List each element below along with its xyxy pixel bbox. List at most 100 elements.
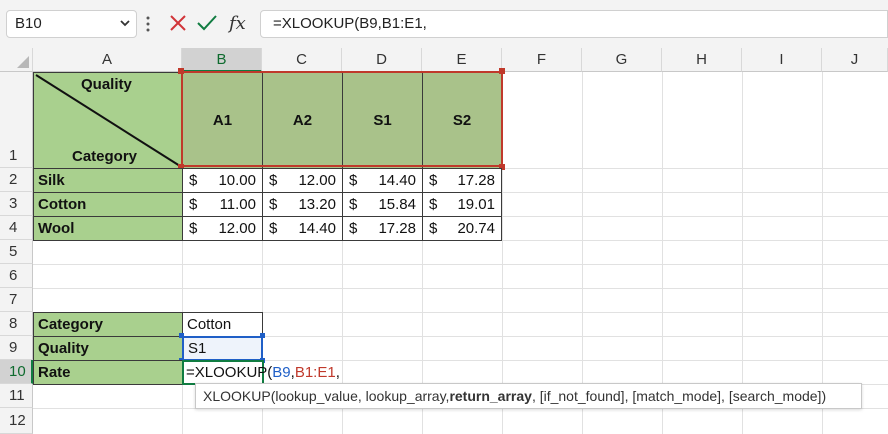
price-cell[interactable]: $12.00 [262, 168, 343, 193]
gridline [33, 288, 888, 289]
column-header-h[interactable]: H [662, 48, 742, 72]
formula-ref-b9: B9 [272, 364, 291, 381]
gridline [582, 72, 583, 434]
more-options-icon[interactable] [146, 16, 150, 32]
price-cell[interactable]: $20.74 [422, 216, 502, 241]
select-all-corner[interactable] [0, 48, 33, 72]
currency-symbol: $ [189, 196, 198, 213]
column-header-j[interactable]: J [822, 48, 888, 72]
column-header-a[interactable]: A [33, 48, 182, 72]
column-header-f[interactable]: F [502, 48, 582, 72]
price-value: 11.00 [219, 196, 256, 213]
currency-symbol: $ [189, 172, 198, 189]
column-header-e[interactable]: E [422, 48, 502, 72]
chevron-down-icon[interactable] [118, 16, 132, 30]
category-label-cell[interactable]: Category [33, 312, 183, 337]
column-header-c[interactable]: C [262, 48, 342, 72]
row-label-cell[interactable]: Cotton [33, 192, 183, 217]
tooltip-args: lookup_value, lookup_array, [275, 388, 450, 404]
svg-text:fx: fx [227, 13, 246, 34]
price-value: 19.01 [457, 196, 495, 213]
select-all-triangle-icon [17, 56, 29, 68]
price-cell[interactable]: $12.00 [182, 216, 263, 241]
active-cell-rate[interactable]: =XLOOKUP(B9, B1:E1, [182, 360, 340, 385]
row-header-8[interactable]: 8 [0, 312, 33, 336]
formula-bar-area: B10 fx =XLOOKUP(B9,B1:E1, [0, 0, 888, 48]
price-cell[interactable]: $14.40 [262, 216, 343, 241]
currency-symbol: $ [189, 220, 198, 237]
row-header-9[interactable]: 9 [0, 336, 33, 360]
column-header-g[interactable]: G [582, 48, 662, 72]
price-value: 17.28 [378, 220, 416, 237]
row-header-4[interactable]: 4 [0, 216, 33, 240]
row-header-11[interactable]: 11 [0, 384, 33, 408]
corner-label-quality: Quality [81, 76, 132, 93]
row-header-7[interactable]: 7 [0, 288, 33, 312]
price-value: 13.20 [298, 196, 336, 213]
formula-part: , [335, 364, 340, 381]
currency-symbol: $ [269, 196, 278, 213]
price-cell[interactable]: $17.28 [342, 216, 423, 241]
price-value: 14.40 [298, 220, 336, 237]
row-header-12[interactable]: 12 [0, 408, 33, 434]
row-header-10[interactable]: 10 [0, 360, 33, 384]
row-header-6[interactable]: 6 [0, 264, 33, 288]
row-header-5[interactable]: 5 [0, 240, 33, 264]
tooltip-function-name[interactable]: XLOOKUP( [203, 388, 275, 404]
price-value: 12.00 [218, 220, 256, 237]
row-header-2[interactable]: 2 [0, 168, 33, 192]
row-header-1[interactable]: 1 [0, 72, 33, 168]
column-header-d[interactable]: D [342, 48, 422, 72]
enter-check-icon[interactable] [197, 14, 217, 32]
gridline [662, 72, 663, 434]
currency-symbol: $ [349, 220, 358, 237]
insert-function-icon[interactable]: fx [227, 12, 251, 34]
name-box[interactable]: B10 [6, 10, 137, 38]
quality-value-cell[interactable]: S1 [182, 336, 263, 361]
price-cell[interactable]: $10.00 [182, 168, 263, 193]
formula-buttons: fx [163, 8, 253, 40]
price-value: 10.00 [218, 172, 256, 189]
formula-input[interactable]: =XLOOKUP(B9,B1:E1, [260, 10, 888, 38]
corner-label-category: Category [72, 148, 138, 165]
row-header-3[interactable]: 3 [0, 192, 33, 216]
price-value: 15.84 [378, 196, 416, 213]
price-value: 17.28 [457, 172, 495, 189]
row-label-cell[interactable]: Wool [33, 216, 183, 241]
currency-symbol: $ [429, 220, 438, 237]
price-cell[interactable]: $15.84 [342, 192, 423, 217]
tooltip-current-arg: return_array [449, 388, 532, 404]
formula-part: =XLOOKUP( [186, 364, 273, 381]
row-label-cell[interactable]: Silk [33, 168, 183, 193]
currency-symbol: $ [269, 220, 278, 237]
price-cell[interactable]: $17.28 [422, 168, 502, 193]
price-cell[interactable]: $14.40 [342, 168, 423, 193]
column-header-i[interactable]: I [742, 48, 822, 72]
column-header-b[interactable]: B [182, 48, 262, 72]
price-value: 14.40 [378, 172, 416, 189]
price-value: 12.00 [298, 172, 336, 189]
range-handle[interactable] [260, 333, 265, 338]
currency-symbol: $ [349, 172, 358, 189]
price-value: 20.74 [457, 220, 495, 237]
name-box-value: B10 [15, 15, 42, 32]
gridline [822, 72, 823, 434]
price-cell[interactable]: $13.20 [262, 192, 343, 217]
formula-ref-range: B1:E1 [294, 364, 336, 381]
rate-label-cell[interactable]: Rate [33, 360, 183, 385]
quality-label-cell[interactable]: Quality [33, 336, 183, 361]
corner-header-cell[interactable]: Quality Category [33, 72, 183, 169]
currency-symbol: $ [429, 196, 438, 213]
tooltip-args-rest: , [if_not_found], [match_mode], [search_… [531, 388, 827, 404]
category-value-cell[interactable]: Cotton [182, 312, 263, 337]
price-cell[interactable]: $11.00 [182, 192, 263, 217]
function-argument-tooltip[interactable]: XLOOKUP(lookup_value, lookup_array, retu… [195, 383, 862, 409]
range-handle[interactable] [499, 68, 505, 74]
formula-text: =XLOOKUP(B9,B1:E1, [273, 15, 427, 32]
range-handle[interactable] [178, 68, 184, 74]
range-handle[interactable] [179, 333, 184, 338]
currency-symbol: $ [269, 172, 278, 189]
cancel-icon[interactable] [169, 14, 187, 32]
price-cell[interactable]: $19.01 [422, 192, 502, 217]
gridline [33, 264, 888, 265]
